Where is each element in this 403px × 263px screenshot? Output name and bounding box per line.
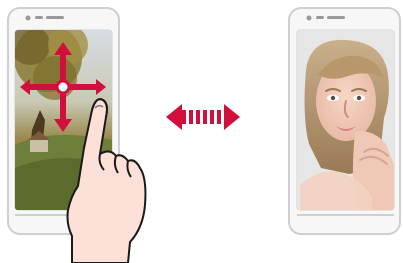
right-phone	[288, 7, 401, 235]
gesture-illustration	[7, 7, 401, 263]
speaker-grille	[46, 16, 64, 19]
portrait-photo	[297, 30, 394, 210]
front-camera-icon	[306, 15, 312, 21]
front-camera-icon	[25, 15, 31, 21]
double-arrow-icon	[166, 104, 240, 130]
illustration-stage	[0, 0, 403, 263]
speaker-grille	[327, 16, 345, 19]
